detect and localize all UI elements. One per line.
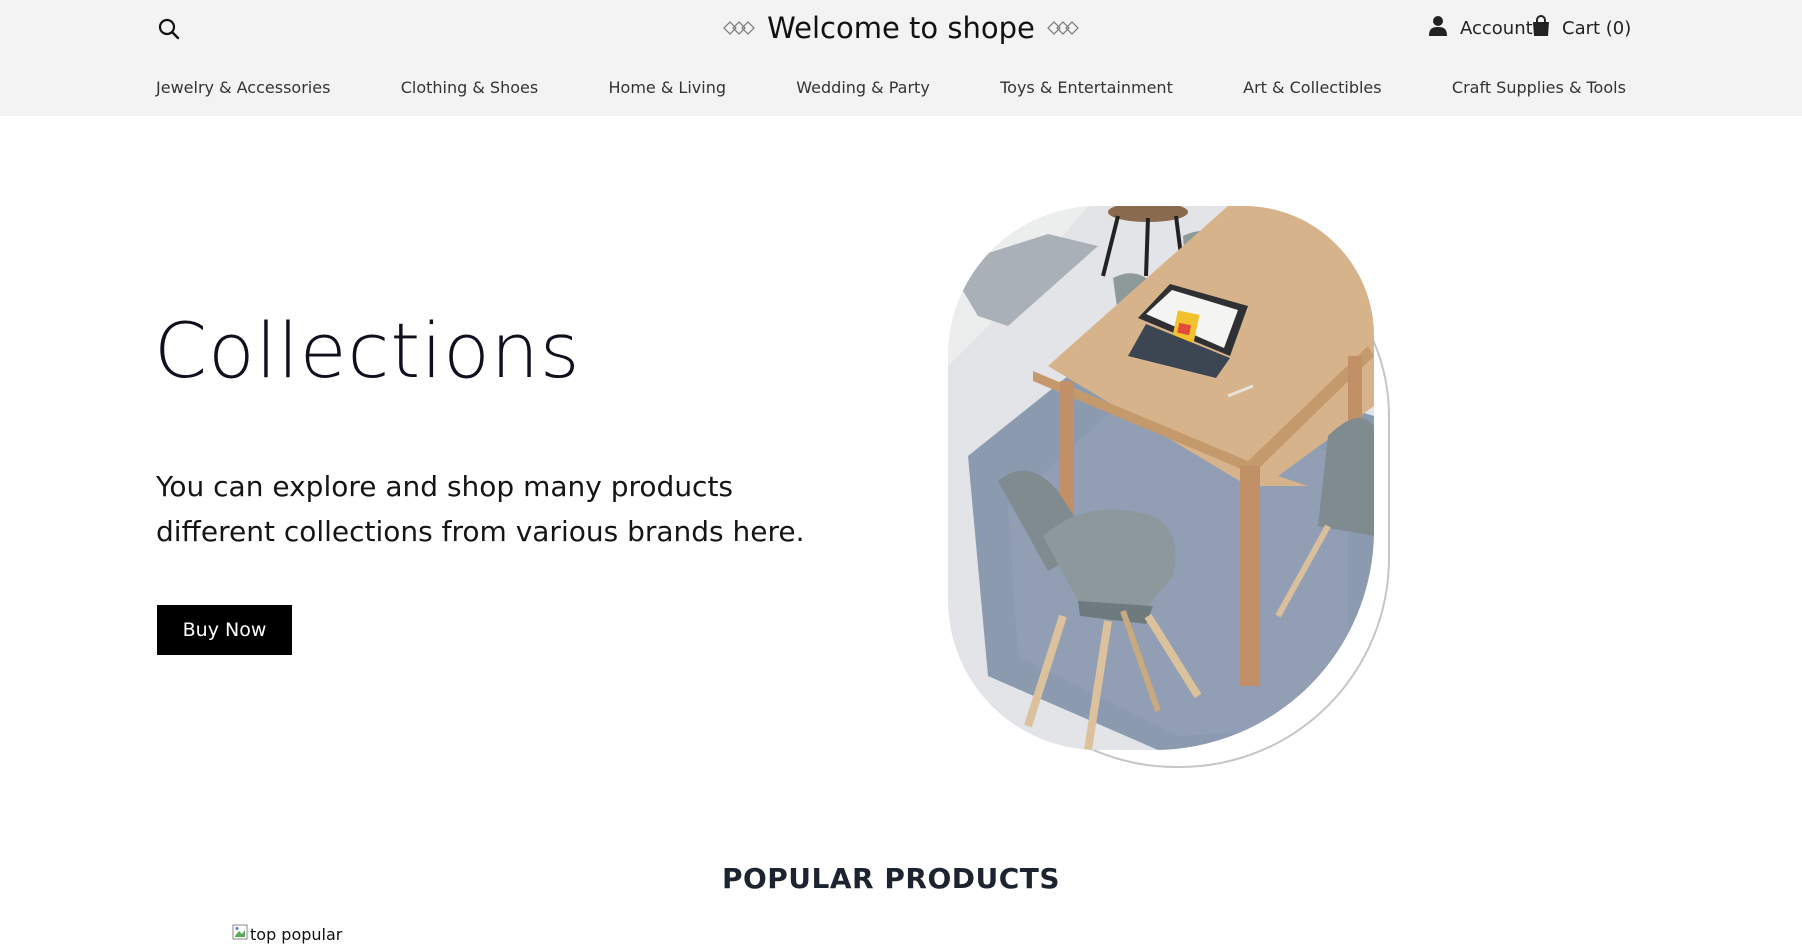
- cart-label: Cart (0): [1562, 17, 1632, 39]
- top-popular-image[interactable]: top popular: [232, 924, 342, 944]
- site-title: Welcome to shope: [767, 11, 1035, 45]
- site-header: Welcome to shope Account Cart (0) Jewelr…: [0, 0, 1802, 116]
- broken-image-icon: [232, 924, 248, 944]
- top-popular-image-alt: top popular: [250, 924, 343, 944]
- user-icon: [1428, 15, 1448, 42]
- nav-item-home-living[interactable]: Home & Living: [609, 78, 726, 97]
- nav-item-craft-supplies-tools[interactable]: Craft Supplies & Tools: [1452, 78, 1626, 97]
- cart-link[interactable]: Cart (0): [1532, 14, 1631, 42]
- account-label: Account: [1460, 17, 1533, 39]
- hero-image: [948, 206, 1374, 750]
- account-link[interactable]: Account: [1428, 14, 1533, 42]
- hero-description: You can explore and shop many products d…: [156, 470, 805, 548]
- nav-item-art-collectibles[interactable]: Art & Collectibles: [1243, 78, 1381, 97]
- nav-item-clothing-shoes[interactable]: Clothing & Shoes: [401, 78, 538, 97]
- nav-item-jewelry-accessories[interactable]: Jewelry & Accessories: [156, 78, 330, 97]
- hero-title: Collections: [154, 306, 581, 395]
- nav-item-toys-entertainment[interactable]: Toys & Entertainment: [1000, 78, 1173, 97]
- buy-now-button[interactable]: Buy Now: [157, 605, 292, 655]
- popular-products-title: POPULAR PRODUCTS: [721, 862, 1061, 895]
- diamond-ornament-icon: [1046, 20, 1079, 36]
- shopping-bag-icon: [1532, 14, 1550, 42]
- diamond-ornament-icon: [723, 20, 756, 36]
- nav-item-wedding-party[interactable]: Wedding & Party: [796, 78, 929, 97]
- category-nav: Jewelry & Accessories Clothing & Shoes H…: [156, 72, 1626, 102]
